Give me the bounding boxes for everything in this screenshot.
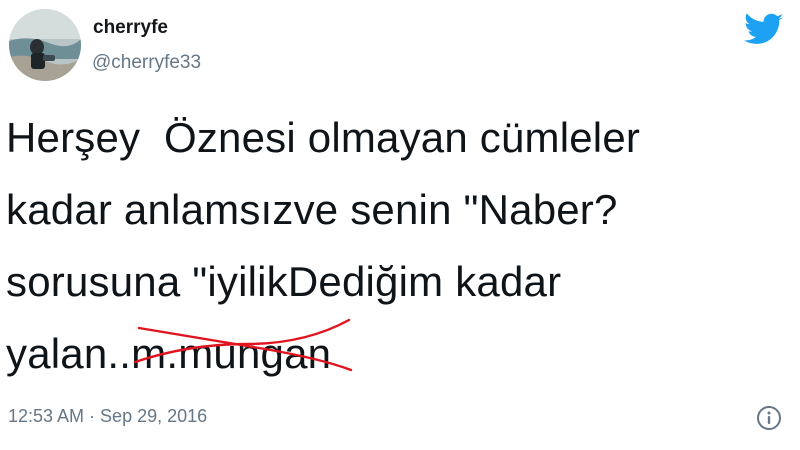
tweet-card: cherryfe @cherryfe33 Herşey Öznesi olmay… xyxy=(0,0,800,450)
tweet-text-line: Herşey Öznesi olmayan cümleler xyxy=(6,114,641,161)
struck-text: m.mungan xyxy=(131,330,332,377)
avatar-image xyxy=(9,9,81,81)
twitter-bird-icon[interactable] xyxy=(744,13,784,47)
tweet-timestamp[interactable]: 12:53 AM · Sep 29, 2016 xyxy=(8,406,207,427)
display-name[interactable]: cherryfe xyxy=(93,17,168,39)
avatar[interactable] xyxy=(9,9,81,81)
tweet-text-line-last: yalan..m.mungan xyxy=(6,318,786,390)
tweet-text-prefix: yalan.. xyxy=(6,330,132,377)
user-handle[interactable]: @cherryfe33 xyxy=(92,52,201,74)
tweet-text: Herşey Öznesi olmayan cümleler kadar anl… xyxy=(6,102,786,390)
tweet-text-line: kadar anlamsızve senin "Naber? xyxy=(6,186,618,233)
tweet-text-line: sorusuna "iyilikDediğim kadar xyxy=(6,258,562,305)
struck-signature: m.mungan xyxy=(131,318,353,390)
info-icon[interactable] xyxy=(756,405,782,431)
